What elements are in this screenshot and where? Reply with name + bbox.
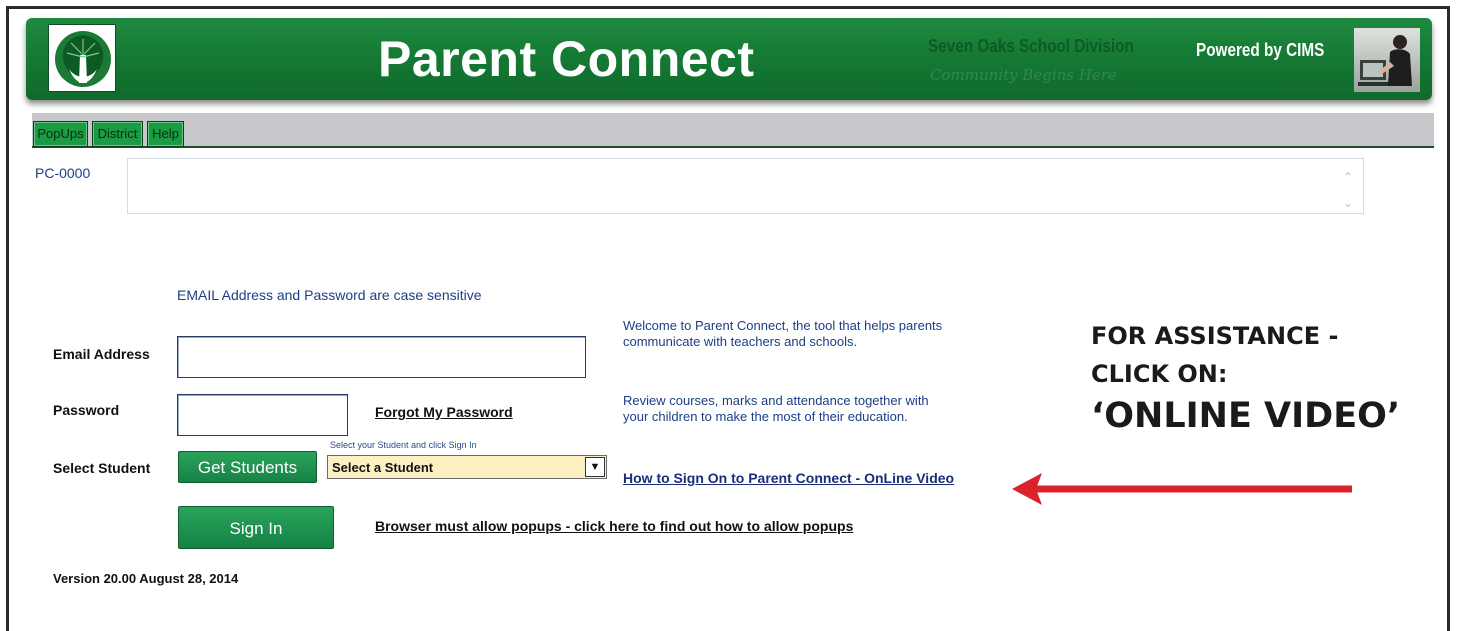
powered-by-label: Powered by CIMS <box>1196 40 1325 60</box>
chevron-down-icon[interactable]: ▼ <box>585 457 605 477</box>
division-motto: Community Begins Here <box>930 66 1117 84</box>
student-select-value: Select a Student <box>332 460 434 475</box>
page-title: Parent Connect <box>378 31 755 87</box>
version-label: Version 20.00 August 28, 2014 <box>53 571 239 586</box>
online-video-link[interactable]: How to Sign On to Parent Connect - OnLin… <box>623 470 954 486</box>
tab-district[interactable]: District <box>92 121 143 147</box>
assistance-line-1: FOR ASSISTANCE - <box>1091 322 1339 350</box>
school-division-name: Seven Oaks School Division <box>928 36 1134 56</box>
scroll-up-icon[interactable]: ⌃ <box>1341 171 1355 183</box>
notice-textbox[interactable]: ⌃ ⌄ <box>127 158 1364 214</box>
password-field[interactable] <box>177 394 348 436</box>
email-label: Email Address <box>53 346 150 362</box>
red-arrow-icon <box>1012 473 1352 505</box>
sign-in-button[interactable]: Sign In <box>178 506 334 549</box>
select-student-hint: Select your Student and click Sign In <box>330 440 477 450</box>
menu-bar <box>32 113 1434 148</box>
tab-popups[interactable]: PopUps <box>33 121 88 147</box>
notice-scrollbar[interactable]: ⌃ ⌄ <box>1341 165 1355 209</box>
get-students-button[interactable]: Get Students <box>178 451 317 483</box>
assistance-line-3: ‘ONLINE VIDEO’ <box>1091 396 1401 436</box>
review-paragraph: Review courses, marks and attendance tog… <box>623 393 929 424</box>
notice-code: PC-0000 <box>35 165 91 181</box>
case-sensitive-note: EMAIL Address and Password are case sens… <box>177 287 482 303</box>
assistance-line-2: CLICK ON: <box>1091 360 1228 388</box>
student-select[interactable]: Select a Student ▼ <box>327 455 607 479</box>
person-at-computer-icon <box>1354 28 1420 92</box>
tree-logo-icon <box>48 24 116 92</box>
allow-popups-link[interactable]: Browser must allow popups - click here t… <box>375 518 853 534</box>
email-field[interactable] <box>177 336 586 378</box>
forgot-password-link[interactable]: Forgot My Password <box>375 404 513 420</box>
welcome-paragraph: Welcome to Parent Connect, the tool that… <box>623 318 943 349</box>
tab-help[interactable]: Help <box>147 121 184 147</box>
password-label: Password <box>53 402 120 418</box>
scroll-down-icon[interactable]: ⌄ <box>1341 197 1355 209</box>
select-student-label: Select Student <box>53 460 151 476</box>
